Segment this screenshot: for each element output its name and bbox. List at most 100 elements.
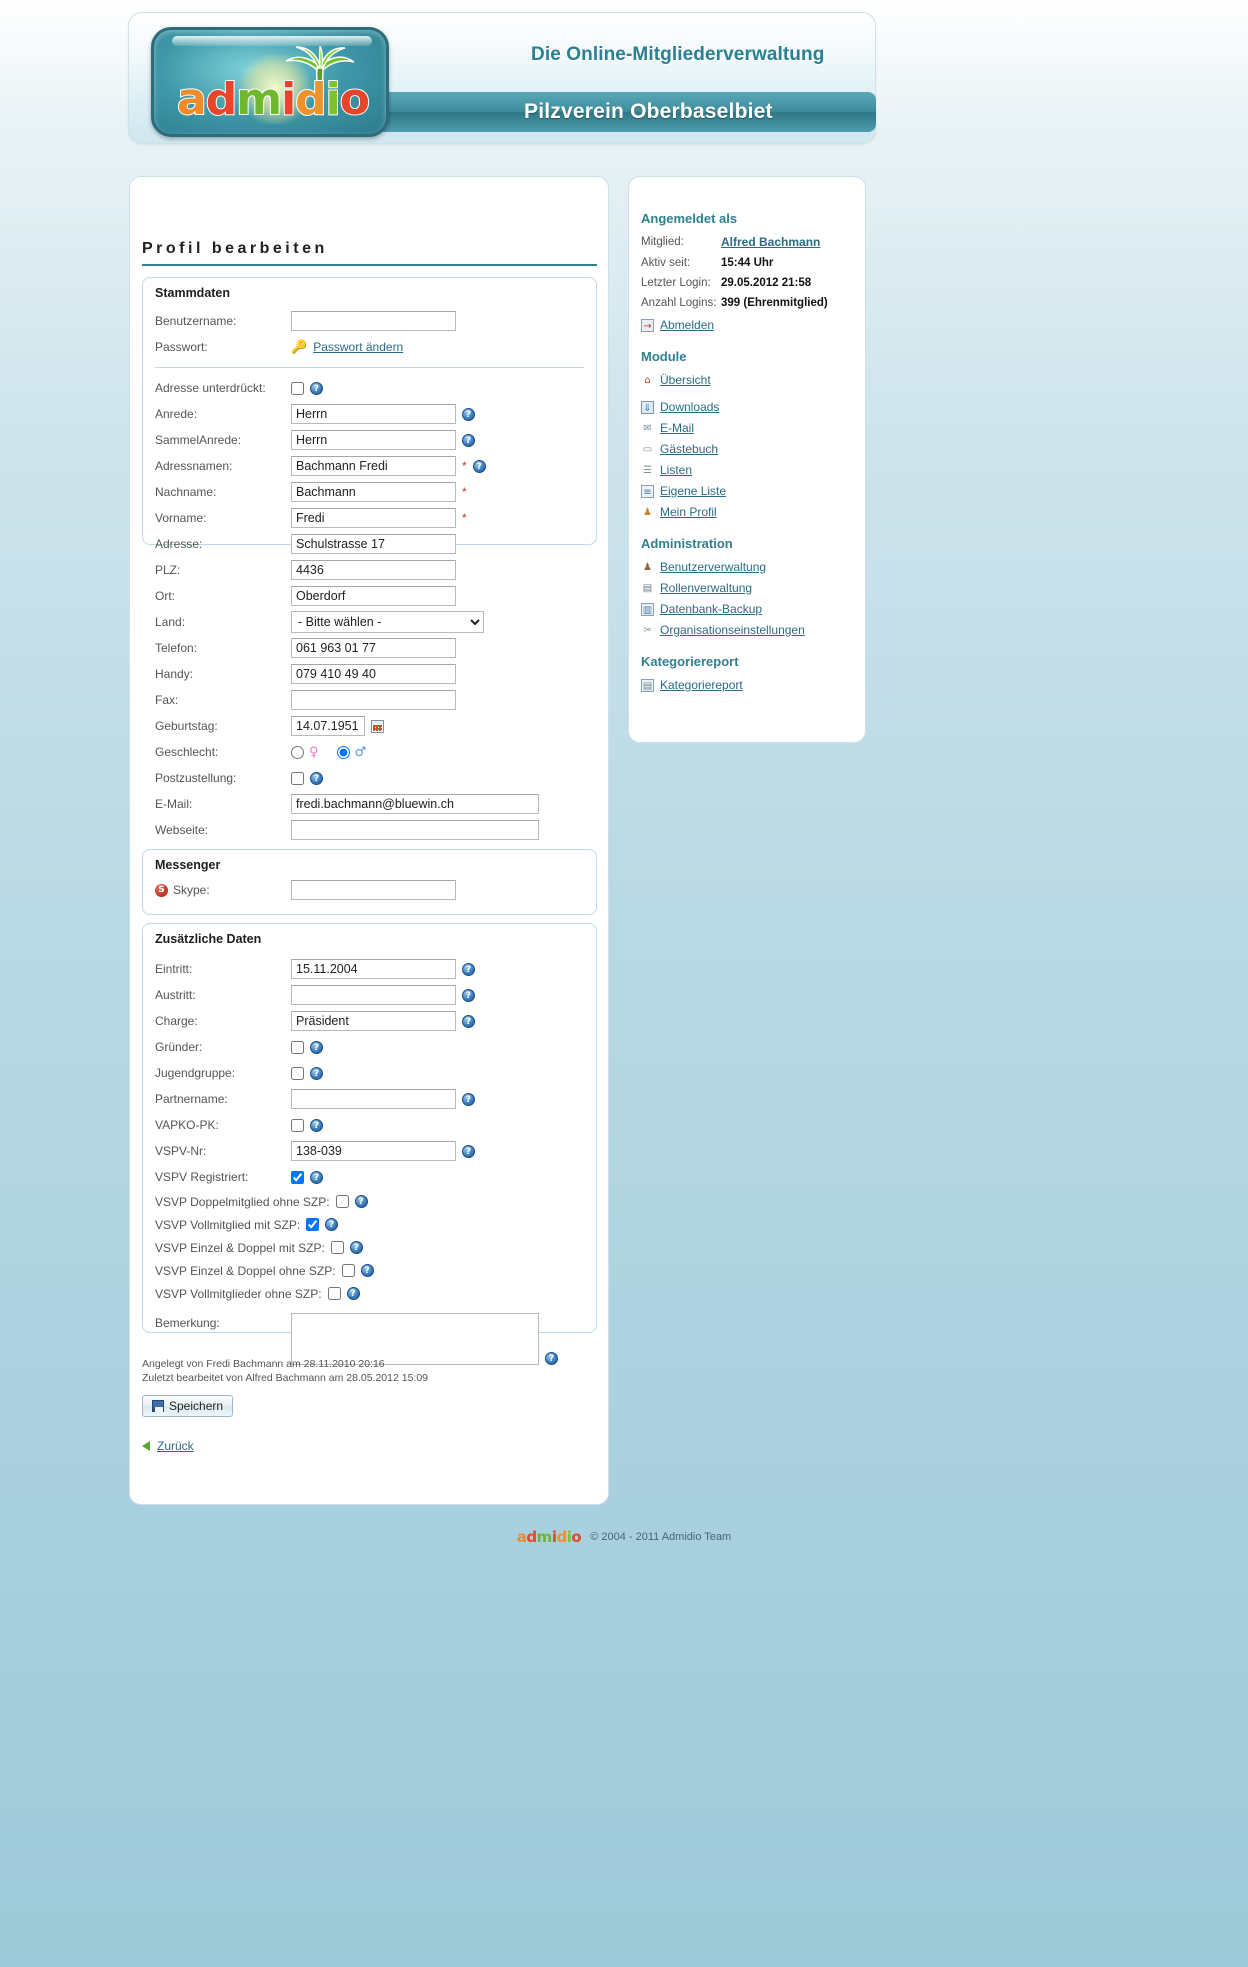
- sidebar-link-uebersicht[interactable]: Übersicht: [660, 370, 711, 390]
- sidebar-link-gaestebuch[interactable]: Gästebuch: [660, 439, 718, 459]
- geburtstag-input[interactable]: [291, 716, 365, 736]
- help-icon[interactable]: ?: [361, 1264, 374, 1277]
- login-key-letzter-login: Letzter Login:: [641, 273, 721, 293]
- sidebar-item-benutzerverwaltung[interactable]: ♟ Benutzerverwaltung: [641, 557, 865, 577]
- admidio-logo[interactable]: admidio: [151, 27, 389, 137]
- adressnamen-input[interactable]: [291, 456, 456, 476]
- help-icon[interactable]: ?: [462, 1015, 475, 1028]
- vspv-registriert-checkbox[interactable]: [291, 1171, 304, 1184]
- help-icon[interactable]: ?: [355, 1195, 368, 1208]
- help-icon[interactable]: ?: [462, 1145, 475, 1158]
- help-icon[interactable]: ?: [310, 382, 323, 395]
- save-button[interactable]: Speichern: [142, 1395, 233, 1417]
- field-row-vapko-pk: VAPKO-PK: ?: [143, 1112, 596, 1138]
- benutzername-input[interactable]: [291, 311, 456, 331]
- handy-input[interactable]: [291, 664, 456, 684]
- vspv-nr-input[interactable]: [291, 1141, 456, 1161]
- calendar-icon[interactable]: [371, 720, 384, 733]
- vapko-pk-checkbox[interactable]: [291, 1119, 304, 1132]
- adresse-unterdrueckt-checkbox[interactable]: [291, 382, 304, 395]
- login-key-aktiv-seit: Aktiv seit:: [641, 253, 721, 273]
- sidebar-item-rollenverwaltung[interactable]: ▤ Rollenverwaltung: [641, 578, 865, 598]
- help-icon[interactable]: ?: [462, 963, 475, 976]
- postzustellung-checkbox[interactable]: [291, 772, 304, 785]
- ort-input[interactable]: [291, 586, 456, 606]
- fax-input[interactable]: [291, 690, 456, 710]
- logout-link[interactable]: Abmelden: [660, 315, 714, 335]
- help-icon[interactable]: ?: [350, 1241, 363, 1254]
- vsvp-vollmitglieder-ohne-szp-checkbox[interactable]: [328, 1287, 341, 1300]
- sidebar-item-datenbank-backup[interactable]: ▥ Datenbank-Backup: [641, 599, 865, 619]
- sidebar-item-uebersicht[interactable]: ⌂ Übersicht: [641, 370, 865, 390]
- sidebar-item-kategoriereport[interactable]: ▤ Kategoriereport: [641, 675, 865, 695]
- charge-input[interactable]: [291, 1011, 456, 1031]
- sidebar-item-organisationseinstellungen[interactable]: ✂ Organisationseinstellungen: [641, 620, 865, 640]
- help-icon[interactable]: ?: [310, 1041, 323, 1054]
- anrede-input[interactable]: [291, 404, 456, 424]
- help-icon[interactable]: ?: [310, 772, 323, 785]
- logged-in-user-link[interactable]: Alfred Bachmann: [721, 235, 820, 249]
- sidebar-link-email[interactable]: E-Mail: [660, 418, 694, 438]
- jugendgruppe-checkbox[interactable]: [291, 1067, 304, 1080]
- nachname-input[interactable]: [291, 482, 456, 502]
- sidebar-item-eigene-liste[interactable]: ≡ Eigene Liste: [641, 481, 865, 501]
- required-marker: *: [462, 485, 467, 499]
- gruender-checkbox[interactable]: [291, 1041, 304, 1054]
- email-input[interactable]: [291, 794, 539, 814]
- help-icon[interactable]: ?: [325, 1218, 338, 1231]
- sidebar-item-mein-profil[interactable]: ♟ Mein Profil: [641, 502, 865, 522]
- skype-input[interactable]: [291, 880, 456, 900]
- help-icon[interactable]: ?: [347, 1287, 360, 1300]
- help-icon[interactable]: ?: [473, 460, 486, 473]
- sidebar-link-downloads[interactable]: Downloads: [660, 397, 719, 417]
- land-select[interactable]: - Bitte wählen -: [291, 611, 484, 633]
- sidebar-item-listen[interactable]: ☰ Listen: [641, 460, 865, 480]
- partnername-input[interactable]: [291, 1089, 456, 1109]
- sammelanrede-input[interactable]: [291, 430, 456, 450]
- eintritt-input[interactable]: [291, 959, 456, 979]
- austritt-input[interactable]: [291, 985, 456, 1005]
- help-icon[interactable]: ?: [462, 989, 475, 1002]
- help-icon[interactable]: ?: [462, 408, 475, 421]
- sidebar-link-datenbank-backup[interactable]: Datenbank-Backup: [660, 599, 762, 619]
- webseite-input[interactable]: [291, 820, 539, 840]
- back-link-wrapper[interactable]: Zurück: [142, 1439, 194, 1453]
- sidebar-link-benutzerverwaltung[interactable]: Benutzerverwaltung: [660, 557, 766, 577]
- plz-input[interactable]: [291, 560, 456, 580]
- sidebar-link-organisationseinstellungen[interactable]: Organisationseinstellungen: [660, 620, 805, 640]
- footer-copyright: © 2004 - 2011 Admidio Team: [590, 1531, 731, 1543]
- geschlecht-female-radio[interactable]: [291, 746, 304, 759]
- vsvp-doppelmitglied-ohne-szp-checkbox[interactable]: [336, 1195, 349, 1208]
- vsvp-einzel-doppel-mit-szp-checkbox[interactable]: [331, 1241, 344, 1254]
- sidebar-item-downloads[interactable]: ⇓ Downloads: [641, 397, 865, 417]
- sidebar-group-kategoriereport: Kategoriereport ▤ Kategoriereport: [641, 654, 865, 695]
- geschlecht-male-radio[interactable]: [337, 746, 350, 759]
- sidebar-link-kategoriereport[interactable]: Kategoriereport: [660, 675, 743, 695]
- report-icon: ▤: [641, 679, 654, 692]
- back-link[interactable]: Zurück: [157, 1439, 194, 1453]
- vsvp-vollmitglied-mit-szp-checkbox[interactable]: [306, 1218, 319, 1231]
- sidebar-link-eigene-liste[interactable]: Eigene Liste: [660, 481, 726, 501]
- help-icon[interactable]: ?: [310, 1067, 323, 1080]
- field-row-postzustellung: Postzustellung: ?: [143, 765, 596, 791]
- help-icon[interactable]: ?: [310, 1119, 323, 1132]
- vsvp-einzel-doppel-ohne-szp-checkbox[interactable]: [342, 1264, 355, 1277]
- label-postzustellung: Postzustellung:: [155, 771, 291, 785]
- adresse-input[interactable]: [291, 534, 456, 554]
- sidebar-heading-kategoriereport: Kategoriereport: [641, 654, 865, 669]
- help-icon[interactable]: ?: [462, 1093, 475, 1106]
- sidebar-item-abmelden[interactable]: → Abmelden: [641, 315, 865, 335]
- field-row-ort: Ort:: [143, 583, 596, 609]
- telefon-input[interactable]: [291, 638, 456, 658]
- sidebar-link-listen[interactable]: Listen: [660, 460, 692, 480]
- help-icon[interactable]: ?: [462, 434, 475, 447]
- sidebar-item-email[interactable]: ✉ E-Mail: [641, 418, 865, 438]
- sidebar-link-rollenverwaltung[interactable]: Rollenverwaltung: [660, 578, 752, 598]
- sidebar-link-mein-profil[interactable]: Mein Profil: [660, 502, 717, 522]
- field-row-gruender: Gründer: ?: [143, 1034, 596, 1060]
- vorname-input[interactable]: [291, 508, 456, 528]
- sidebar-item-gaestebuch[interactable]: ▭ Gästebuch: [641, 439, 865, 459]
- change-password-link[interactable]: Passwort ändern: [313, 340, 403, 354]
- help-icon[interactable]: ?: [310, 1171, 323, 1184]
- label-geschlecht: Geschlecht:: [155, 745, 291, 759]
